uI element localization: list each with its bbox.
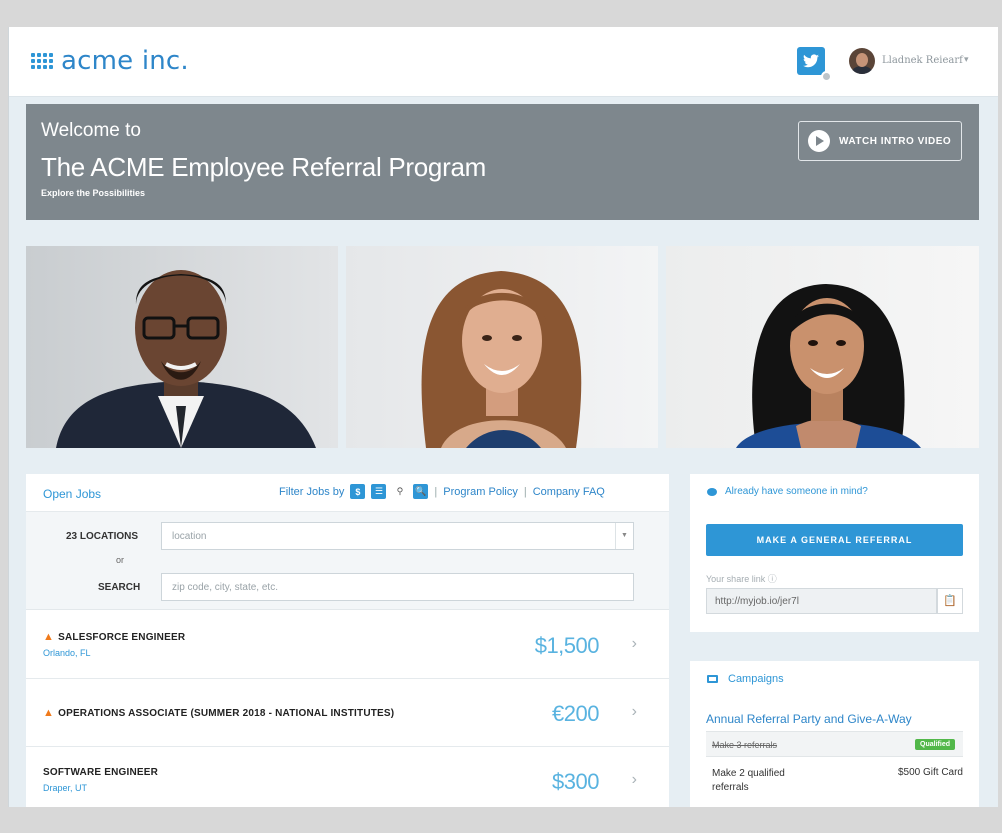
status-badge: Qualified <box>915 739 955 750</box>
job-filter-form: 23 LOCATIONS or SEARCH location ▼ zip co… <box>26 512 669 610</box>
chevron-right-icon[interactable]: › <box>632 771 637 789</box>
hero-subtitle: Explore the Possibilities <box>41 188 146 198</box>
referral-panel: Already have someone in mind? MAKE A GEN… <box>690 474 979 632</box>
job-title: SOFTWARE ENGINEER <box>43 767 159 778</box>
search-label: SEARCH <box>98 582 141 593</box>
job-bonus-amount: $1,500 <box>534 633 600 658</box>
campaign-task-completed: Make 3 referrals <box>712 740 778 750</box>
locations-label: 23 LOCATIONS <box>66 531 139 542</box>
location-select-value: location <box>172 531 207 542</box>
notification-badge <box>821 71 832 82</box>
twitter-button[interactable] <box>797 47 825 75</box>
job-title: ▲ SALESFORCE ENGINEER <box>43 631 185 643</box>
play-icon <box>808 130 830 152</box>
share-link-value: http://myjob.io/jer7l <box>715 596 799 607</box>
job-bonus-amount: €200 <box>552 701 599 726</box>
campaign-task: Make 2 qualified referrals <box>712 768 785 793</box>
chat-bubble-icon <box>707 487 717 496</box>
hero-banner: Welcome to The ACME Employee Referral Pr… <box>26 104 979 220</box>
make-general-referral-button[interactable]: MAKE A GENERAL REFERRAL <box>706 524 963 556</box>
campaign-task-row: Make 3 referrals Qualified <box>706 731 963 757</box>
chevron-down-icon[interactable]: ▼ <box>615 523 633 549</box>
or-label: or <box>116 555 125 565</box>
location-select[interactable]: location ▼ <box>161 522 634 550</box>
job-location[interactable]: Draper, UT <box>43 783 87 793</box>
employee-photo-2 <box>346 246 658 448</box>
chevron-right-icon[interactable]: › <box>632 635 637 653</box>
filter-toolbar: Filter Jobs by $ ☰ ⚲ 🔍 | Program Policy … <box>279 484 605 499</box>
campaigns-panel: Campaigns Annual Referral Party and Give… <box>690 661 979 807</box>
flame-icon: ▲ <box>43 707 55 719</box>
campaign-reward: $500 Gift Card <box>897 767 963 778</box>
share-link-field[interactable]: http://myjob.io/jer7l <box>706 588 937 614</box>
job-title-text: OPERATIONS ASSOCIATE (SUMMER 2018 - NATI… <box>58 707 395 719</box>
flame-icon: ▲ <box>43 631 55 643</box>
job-row[interactable]: ▲ SALESFORCE ENGINEER Orlando, FL $1,500… <box>26 611 669 679</box>
job-location[interactable]: Orlando, FL <box>43 648 91 658</box>
twitter-icon <box>803 54 819 68</box>
employee-photo-3 <box>666 246 979 448</box>
job-row[interactable]: ▲ OPERATIONS ASSOCIATE (SUMMER 2018 - NA… <box>26 679 669 747</box>
open-jobs-panel: Open Jobs Filter Jobs by $ ☰ ⚲ 🔍 | Progr… <box>26 474 669 807</box>
filter-by-search-button[interactable]: 🔍 <box>413 484 429 499</box>
filter-by-location-button[interactable]: ⚲ <box>392 484 407 499</box>
hero-welcome: Welcome to <box>41 120 141 141</box>
app-window: acme inc. Lladnek Reiearf ▾ Welcome to T… <box>8 27 998 807</box>
dots-grid-icon <box>31 53 53 69</box>
employee-photo-1 <box>26 246 338 448</box>
page-title: The ACME Employee Referral Program <box>41 152 486 182</box>
company-faq-link[interactable]: Company FAQ <box>533 486 605 498</box>
filter-by-list-button[interactable]: ☰ <box>371 484 387 499</box>
job-bonus-amount: $300 <box>552 769 599 794</box>
logo-text: acme inc. <box>61 46 189 76</box>
filter-by-amount-button[interactable]: $ <box>350 484 366 499</box>
campaign-title[interactable]: Annual Referral Party and Give-A-Way <box>706 712 912 726</box>
watch-intro-video-label: WATCH INTRO VIDEO <box>839 135 952 147</box>
person-illustration-3 <box>736 284 921 448</box>
search-input-placeholder: zip code, city, state, etc. <box>172 582 278 593</box>
filter-label: Filter Jobs by <box>279 485 345 498</box>
user-name[interactable]: Lladnek Reiearf <box>882 55 963 66</box>
person-illustration-2 <box>421 271 582 448</box>
logo[interactable]: acme inc. <box>31 46 189 76</box>
avatar[interactable] <box>849 48 875 74</box>
top-navigation-bar: acme inc. Lladnek Reiearf ▾ <box>9 27 998 97</box>
campaigns-header: Campaigns <box>707 673 784 685</box>
referral-prompt[interactable]: Already have someone in mind? <box>707 486 868 497</box>
open-jobs-title[interactable]: Open Jobs <box>43 487 101 501</box>
watch-intro-video-button[interactable]: WATCH INTRO VIDEO <box>798 121 962 161</box>
separator: | <box>434 485 438 498</box>
referral-prompt-text: Already have someone in mind? <box>725 486 868 497</box>
job-title-text: SALESFORCE ENGINEER <box>58 631 186 643</box>
separator: | <box>523 485 527 498</box>
ticket-icon <box>707 675 718 683</box>
campaigns-title: Campaigns <box>728 673 784 685</box>
job-row[interactable]: SOFTWARE ENGINEER Draper, UT $300 › <box>26 747 669 807</box>
jobs-header: Open Jobs Filter Jobs by $ ☰ ⚲ 🔍 | Progr… <box>26 474 669 512</box>
job-title: ▲ OPERATIONS ASSOCIATE (SUMMER 2018 - NA… <box>43 707 394 719</box>
search-input[interactable]: zip code, city, state, etc. <box>161 573 634 601</box>
share-link-label: Your share link ⓘ <box>706 574 777 584</box>
program-policy-link[interactable]: Program Policy <box>443 486 518 498</box>
chevron-right-icon[interactable]: › <box>632 703 637 721</box>
person-illustration-1 <box>56 270 316 448</box>
clipboard-icon[interactable]: 📋 <box>937 588 963 614</box>
chevron-down-icon[interactable]: ▾ <box>964 54 969 65</box>
